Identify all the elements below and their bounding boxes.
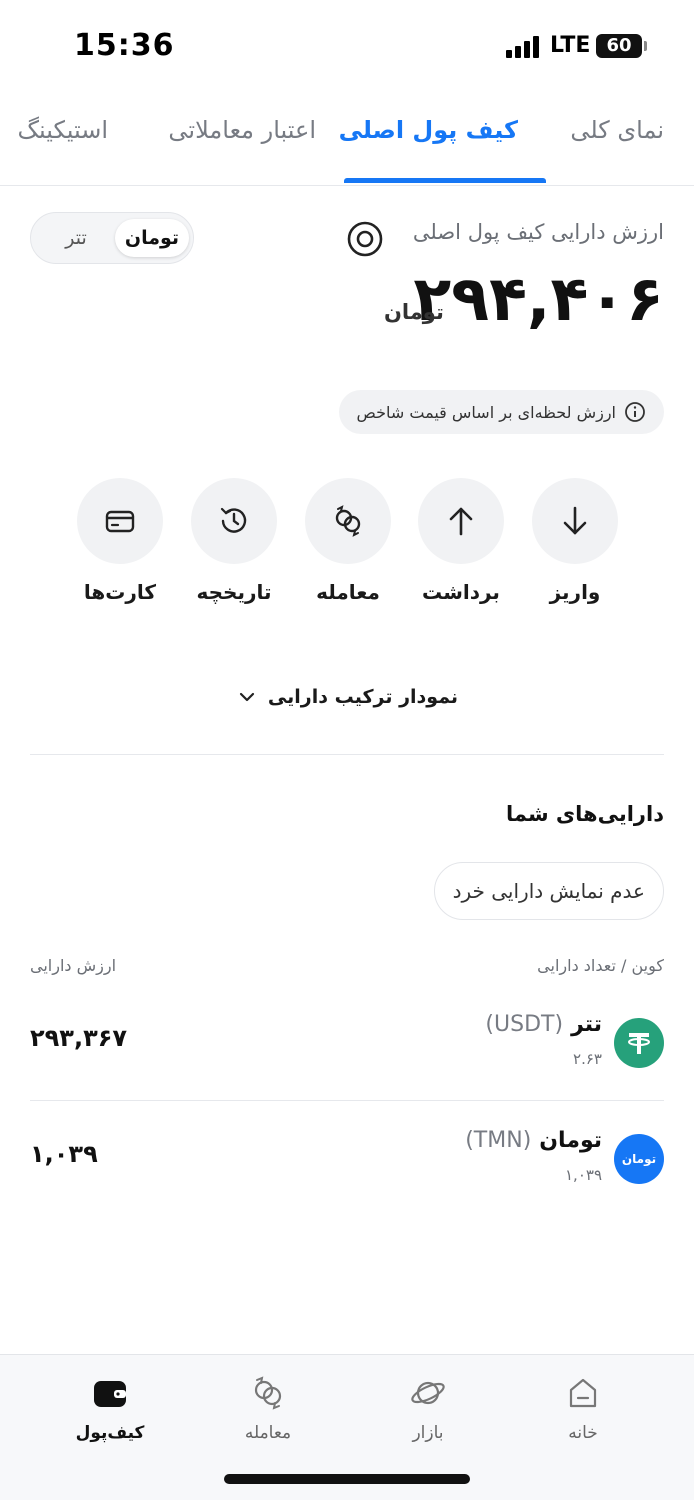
battery-icon: 60 <box>596 34 642 58</box>
active-tab-indicator <box>344 178 546 183</box>
battery-cap <box>644 41 647 51</box>
tab-overview[interactable]: نمای کلی <box>570 116 664 144</box>
asset-name: تتر (USDT) <box>485 1012 602 1037</box>
assets-title: دارایی‌های شما <box>505 802 664 826</box>
asset-name: تومان (TMN) <box>465 1128 602 1153</box>
balance-unit: تومان <box>384 300 444 324</box>
column-header-coin: کوین / تعداد دارایی <box>537 956 664 975</box>
toggle-toman[interactable]: تومان <box>115 219 189 257</box>
price-note: ارزش لحظه‌ای بر اساس قیمت شاخص <box>338 390 664 434</box>
chevron-down-icon <box>239 692 255 702</box>
deposit-label: واریز <box>549 580 601 604</box>
tab-trading-credit[interactable]: اعتبار معاملاتی <box>168 116 316 144</box>
hide-small-assets-button[interactable]: عدم نمایش دارایی خرد <box>433 862 664 920</box>
trade-button[interactable]: معامله <box>304 478 392 604</box>
chart-toggle-label: نمودار ترکیب دارایی <box>267 686 459 708</box>
toman-icon: تومان <box>614 1134 664 1184</box>
history-button[interactable]: تاریخچه <box>190 478 278 604</box>
tether-icon <box>614 1018 664 1068</box>
asset-symbol: (TMN) <box>465 1128 532 1153</box>
tab-main-wallet[interactable]: کیف پول اصلی <box>339 116 518 144</box>
asset-row-tmn[interactable]: تومان تومان (TMN) ۱,۰۳۹ ۱,۰۳۹ <box>0 1116 694 1226</box>
asset-symbol: (USDT) <box>485 1012 564 1037</box>
signal-icon <box>506 36 542 58</box>
deposit-button[interactable]: واریز <box>531 478 619 604</box>
trade-label: معامله <box>316 580 380 604</box>
network-label: LTE <box>550 33 591 58</box>
divider <box>30 754 664 755</box>
card-icon <box>105 510 135 533</box>
asset-value: ۲۹۳,۳۶۷ <box>30 1024 128 1052</box>
history-icon <box>220 507 247 533</box>
exchange-icon <box>335 505 361 537</box>
column-header-value: ارزش دارایی <box>30 956 117 975</box>
asset-amount: ۱,۰۳۹ <box>565 1166 602 1184</box>
withdraw-button[interactable]: برداشت <box>417 478 505 604</box>
wallet-icon <box>94 1381 126 1407</box>
arrow-down-icon <box>563 506 587 535</box>
price-note-text: ارزش لحظه‌ای بر اساس قیمت شاخص <box>356 402 616 422</box>
nav-label: کیف‌پول <box>75 1423 145 1443</box>
nav-market[interactable]: بازار <box>378 1373 478 1443</box>
asset-amount: ۲.۶۳ <box>573 1050 602 1068</box>
history-label: تاریخچه <box>196 580 272 604</box>
asset-chart-toggle[interactable]: نمودار ترکیب دارایی <box>0 686 694 708</box>
status-bar: 15:36 LTE 60 <box>0 0 694 96</box>
nav-label: بازار <box>412 1423 444 1443</box>
home-icon <box>569 1378 597 1408</box>
nav-trade[interactable]: معامله <box>218 1373 318 1443</box>
asset-name-text: تومان <box>539 1128 602 1153</box>
currency-toggle: تومان تتر <box>30 212 194 264</box>
status-time: 15:36 <box>74 28 175 63</box>
asset-name-text: تتر <box>571 1012 602 1037</box>
wallet-tabs: نمای کلی کیف پول اصلی اعتبار معاملاتی اس… <box>0 96 694 186</box>
tab-staking[interactable]: استیکینگ <box>18 116 108 144</box>
toggle-tether[interactable]: تتر <box>41 219 111 257</box>
asset-value: ۱,۰۳۹ <box>30 1140 98 1168</box>
arrow-up-icon <box>449 507 473 536</box>
nav-home[interactable]: خانه <box>533 1373 633 1443</box>
planet-icon <box>411 1381 445 1405</box>
eye-icon[interactable] <box>346 220 384 258</box>
nav-label: معامله <box>244 1423 292 1443</box>
withdraw-label: برداشت <box>422 580 500 604</box>
cards-label: کارت‌ها <box>83 580 157 604</box>
divider <box>30 1100 664 1101</box>
nav-wallet[interactable]: کیف‌پول <box>60 1373 160 1443</box>
exchange-icon <box>254 1376 282 1410</box>
balance-label: ارزش دارایی کیف پول اصلی <box>412 220 664 244</box>
balance-amount: ۲۹۴,۴۰۶ <box>413 262 664 335</box>
home-indicator <box>224 1474 470 1484</box>
nav-label: خانه <box>568 1423 598 1443</box>
info-icon <box>625 402 645 422</box>
asset-row-usdt[interactable]: تتر (USDT) ۲.۶۳ ۲۹۳,۳۶۷ <box>0 1000 694 1110</box>
cards-button[interactable]: کارت‌ها <box>76 478 164 604</box>
